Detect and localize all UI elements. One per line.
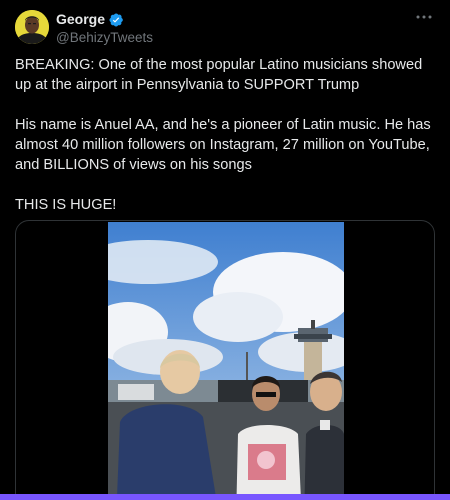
tweet-paragraph: THIS IS HUGE! [15,197,117,213]
tweet-card: George @BehizyTweets BREAKING: One of th… [0,0,450,500]
tweet-paragraph: His name is Anuel AA, and he's a pioneer… [15,117,431,173]
avatar[interactable] [15,10,49,44]
tweet-paragraph: BREAKING: One of the most popular Latino… [15,57,423,93]
author-block: George @BehizyTweets [56,11,153,46]
more-options-icon [416,15,432,19]
more-options-button[interactable] [412,9,436,25]
author-name[interactable]: George [56,11,105,28]
verified-badge-icon [109,12,123,27]
tweet-photo[interactable] [108,222,344,500]
photo-image [108,222,344,500]
avatar-image [15,10,49,44]
media-card[interactable] [15,220,435,500]
tweet-text: BREAKING: One of the most popular Latino… [15,55,439,215]
bottom-accent-bar [0,494,450,500]
author-handle[interactable]: @BehizyTweets [56,30,153,46]
